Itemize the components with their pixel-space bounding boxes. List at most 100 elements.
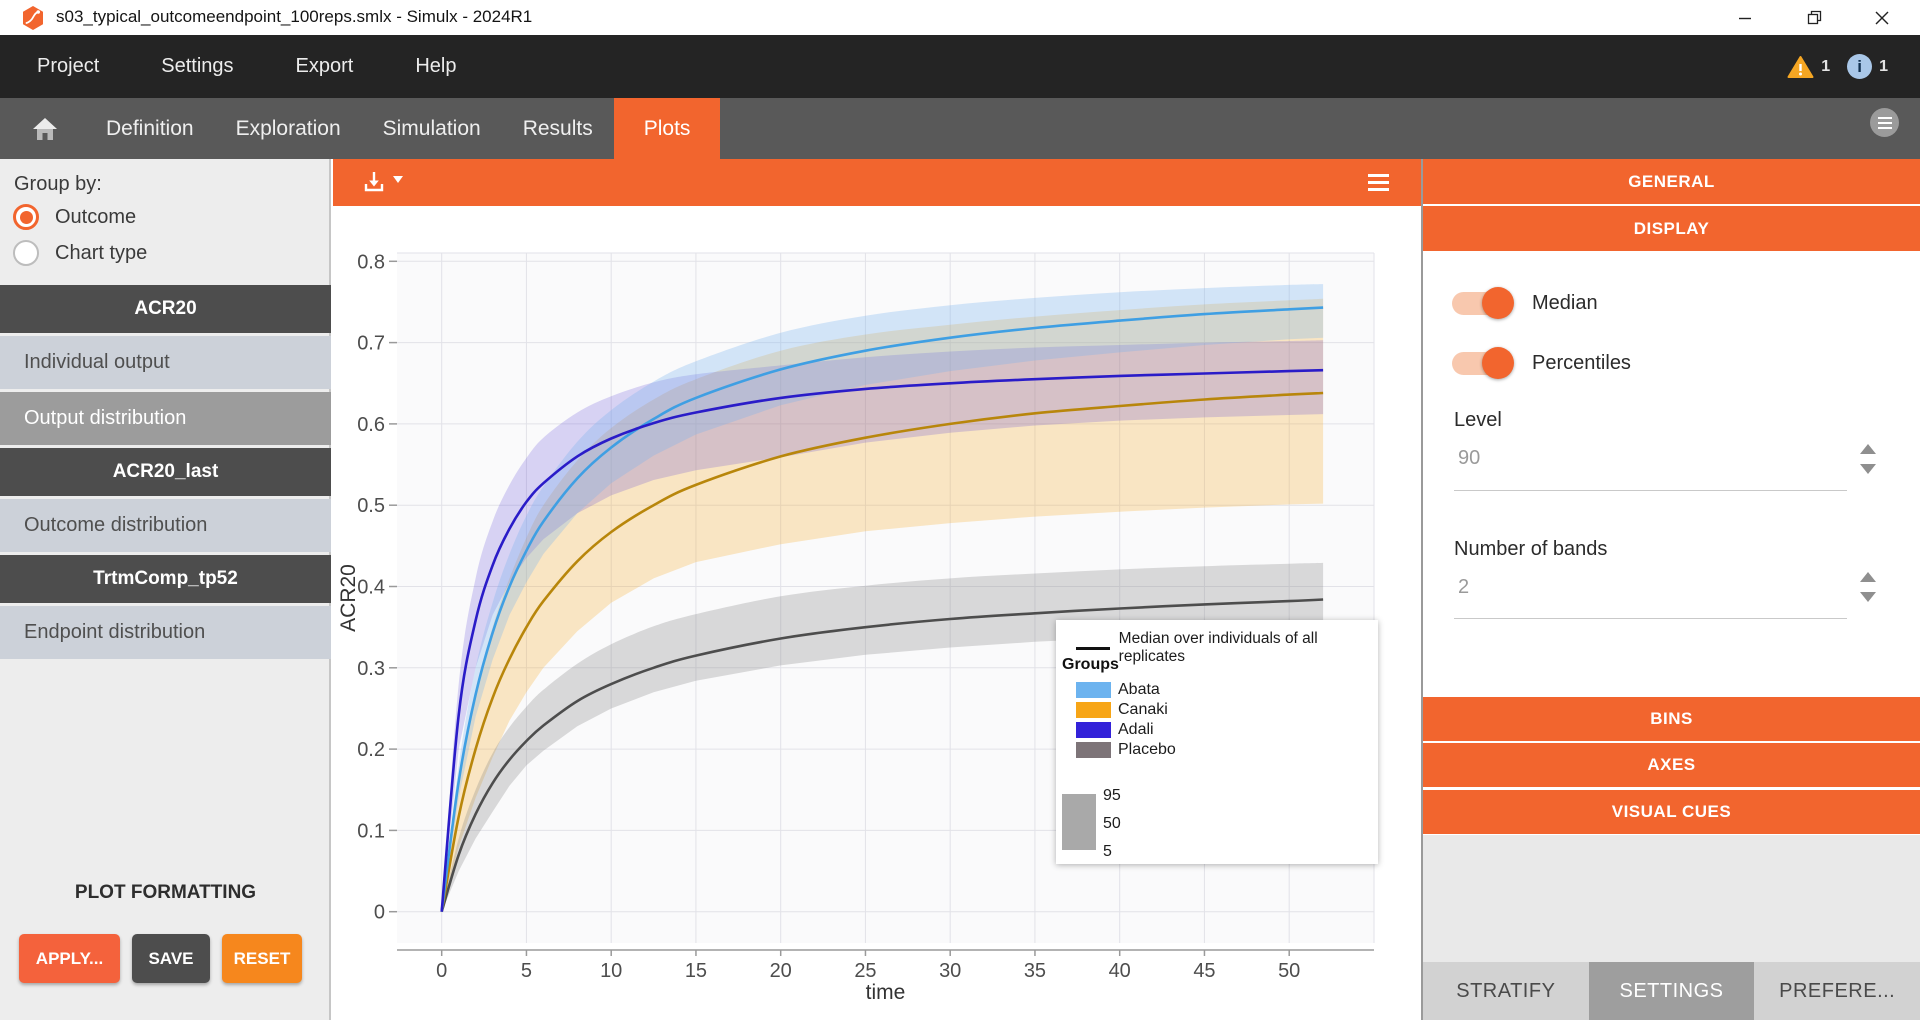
radio-chart-type[interactable]: Chart type — [13, 240, 147, 266]
svg-text:ACR20: ACR20 — [337, 564, 360, 632]
plot-formatting-label: PLOT FORMATTING — [0, 882, 331, 904]
apply-button[interactable]: APPLY... — [19, 934, 120, 983]
tab-definition[interactable]: Definition — [85, 98, 215, 159]
legend-label: Canaki — [1118, 701, 1168, 719]
visual-cues-section-header[interactable]: VISUAL CUES — [1423, 790, 1920, 834]
legend-groups-title: Groups — [1062, 656, 1119, 674]
warning-icon[interactable] — [1787, 55, 1814, 79]
number-of-bands-input[interactable]: 2 — [1458, 576, 1469, 599]
number-of-bands-label: Number of bands — [1454, 538, 1607, 561]
export-plot-button[interactable] — [363, 170, 404, 194]
legend-swatch — [1076, 682, 1111, 698]
display-section-header[interactable]: DISPLAY — [1423, 206, 1920, 251]
svg-text:30: 30 — [939, 960, 961, 982]
level-input[interactable]: 90 — [1458, 447, 1480, 470]
home-icon — [32, 117, 58, 141]
legend-swatch — [1076, 702, 1111, 718]
feedback-icon[interactable] — [1870, 108, 1899, 137]
tab-simulation[interactable]: Simulation — [362, 98, 502, 159]
toggle-knob — [1482, 347, 1514, 379]
tab-list: DefinitionExplorationSimulationResultsPl… — [85, 98, 720, 159]
toggle-percentiles[interactable]: Percentiles — [1452, 347, 1631, 379]
legend-row-canaki: Canaki — [1076, 700, 1176, 720]
tab-plots[interactable]: Plots — [614, 98, 721, 159]
info-icon[interactable]: i — [1847, 54, 1872, 79]
radio-outcome[interactable]: Outcome — [13, 204, 136, 230]
number-of-bands-spin-down-icon[interactable] — [1860, 592, 1876, 602]
percentile-labels: 95505 — [1103, 788, 1121, 860]
tab-results[interactable]: Results — [502, 98, 614, 159]
axes-section-header[interactable]: AXES — [1423, 743, 1920, 787]
tab-exploration[interactable]: Exploration — [215, 98, 362, 159]
restore-icon — [1807, 10, 1822, 25]
plot-group-trtmcomp_tp52[interactable]: TrtmComp_tp52 — [0, 555, 331, 603]
menu-export[interactable]: Export — [296, 55, 354, 78]
svg-text:35: 35 — [1024, 960, 1046, 982]
svg-text:0.8: 0.8 — [357, 251, 385, 273]
svg-text:20: 20 — [770, 960, 792, 982]
plot-item-outcome-distribution[interactable]: Outcome distribution — [0, 499, 331, 552]
plot-menu-button[interactable] — [1368, 174, 1389, 191]
legend-group-rows: AbataCanaki AdaliPlacebo — [1076, 680, 1176, 760]
menu-bar: Project Settings Export Help 1 i 1 — [0, 35, 1920, 98]
restore-button[interactable] — [1788, 0, 1840, 35]
legend-row-placebo: Placebo — [1076, 740, 1176, 760]
legend-row-abata: Abata — [1076, 680, 1176, 700]
toggle-track — [1452, 352, 1510, 375]
toggle-median[interactable]: Median — [1452, 287, 1598, 319]
plot-item-endpoint-distribution[interactable]: Endpoint distribution — [0, 606, 331, 659]
title-bar: s03_typical_outcomeendpoint_100reps.smlx… — [0, 0, 1920, 35]
legend-row-adali: Adali — [1076, 720, 1176, 740]
plot-group-acr20[interactable]: ACR20 — [0, 285, 331, 333]
svg-text:0.1: 0.1 — [357, 820, 385, 842]
minimize-button[interactable] — [1719, 0, 1771, 35]
group-by-label: Group by: — [14, 173, 102, 196]
close-button[interactable] — [1856, 0, 1908, 35]
output-distribution-plot[interactable]: 0510152025303540455000.10.20.30.40.50.60… — [333, 206, 1421, 1020]
window-title: s03_typical_outcomeendpoint_100reps.smlx… — [56, 7, 532, 27]
notification-badges: 1 i 1 — [1787, 35, 1888, 98]
save-button[interactable]: SAVE — [132, 934, 210, 983]
panel-tab-settings[interactable]: SETTINGS — [1589, 962, 1755, 1020]
percentile-label: 5 — [1103, 844, 1121, 860]
panel-tab-stratify[interactable]: STRATIFY — [1423, 962, 1589, 1020]
download-icon — [363, 170, 387, 194]
menu-settings[interactable]: Settings — [161, 55, 233, 78]
number-of-bands-spin-up-icon[interactable] — [1860, 572, 1876, 582]
radio-dot — [20, 211, 33, 224]
svg-text:50: 50 — [1278, 960, 1300, 982]
plot-group-acr20_last[interactable]: ACR20_last — [0, 448, 331, 496]
svg-text:5: 5 — [521, 960, 532, 982]
bins-section-header[interactable]: BINS — [1423, 697, 1920, 741]
level-spin-up-icon[interactable] — [1860, 444, 1876, 454]
main-tab-bar: DefinitionExplorationSimulationResultsPl… — [0, 98, 1920, 159]
svg-text:10: 10 — [600, 960, 622, 982]
home-tab[interactable] — [20, 98, 70, 159]
legend-label: Adali — [1118, 721, 1154, 739]
toggle-knob — [1482, 287, 1514, 319]
radio-circle-icon — [13, 240, 39, 266]
toggle-label: Median — [1532, 292, 1598, 315]
number-of-bands-underline — [1454, 618, 1847, 619]
close-icon — [1875, 11, 1889, 25]
menu-help[interactable]: Help — [415, 55, 456, 78]
svg-text:25: 25 — [854, 960, 876, 982]
menu-project[interactable]: Project — [37, 55, 99, 78]
level-spin-down-icon[interactable] — [1860, 464, 1876, 474]
reset-button[interactable]: RESET — [222, 934, 302, 983]
plot-item-individual-output[interactable]: Individual output — [0, 336, 331, 389]
chart-toolbar — [333, 159, 1421, 206]
percentile-band-swatch — [1062, 794, 1096, 850]
panel-tab-prefere[interactable]: PREFERE... — [1754, 962, 1920, 1020]
general-section-header[interactable]: GENERAL — [1423, 159, 1920, 204]
plot-item-output-distribution[interactable]: Output distribution — [0, 392, 331, 445]
toggle-label: Percentiles — [1532, 352, 1631, 375]
simulx-app-window: s03_typical_outcomeendpoint_100reps.smlx… — [0, 0, 1920, 1020]
info-count: 1 — [1879, 58, 1888, 76]
svg-text:40: 40 — [1109, 960, 1131, 982]
legend-swatch — [1076, 722, 1111, 738]
radio-circle-icon — [13, 204, 39, 230]
svg-text:0: 0 — [374, 902, 385, 924]
settings-panel: GENERAL DISPLAY MedianPercentiles Level9… — [1421, 159, 1920, 1020]
percentile-label: 95 — [1103, 788, 1121, 804]
